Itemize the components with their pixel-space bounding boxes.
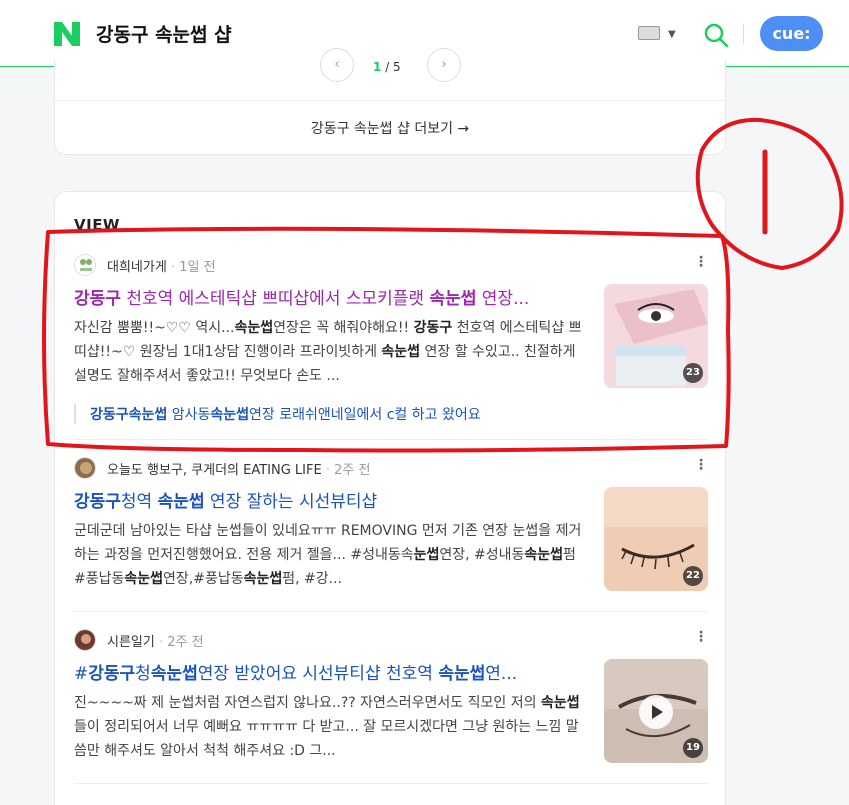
post-header: 대희네가게 · 1일 전 ⋮ [74, 254, 708, 276]
section-title: VIEW [74, 216, 120, 234]
avatar[interactable] [74, 254, 96, 276]
author-line[interactable]: 시른일기 · 2주 전 [107, 631, 204, 650]
more-options-icon[interactable]: ⋮ [694, 457, 708, 473]
divider [74, 783, 708, 784]
post-title[interactable]: 강동구 천호역 에스테틱샵 쁘띠샵에서 스모키플랫 속눈썹 연장... [74, 284, 586, 309]
post-thumbnail[interactable]: 19 [604, 659, 708, 763]
avatar[interactable] [74, 629, 96, 651]
post-title[interactable]: #강동구청속눈썹연장 받았어요 시선뷰티샵 천호역 속눈썹연... [74, 659, 586, 684]
post-thumbnail[interactable]: 23 [604, 284, 708, 388]
list-item: 대희네가게 · 1일 전 ⋮ 강동구 천호역 에스테틱샵 쁘띠샵에서 스모키플랫… [74, 254, 708, 440]
post-snippet[interactable]: 진~~~~짜 제 눈썹처럼 자연스럽지 않나요..?? 자연스러우면서도 직모인… [74, 691, 586, 763]
pager-count: 1 / 5 [373, 60, 401, 74]
avatar[interactable] [74, 457, 96, 479]
divider [74, 439, 708, 440]
list-item: 시른일기 · 2주 전 ⋮ #강동구청속눈썹연장 받았어요 시선뷰티샵 천호역 … [74, 629, 708, 769]
more-results-link[interactable]: 강동구 속눈썹 샵 더보기 → [55, 118, 725, 138]
post-thumbnail[interactable]: 22 [604, 487, 708, 591]
cue-button[interactable]: cue: [760, 16, 823, 51]
play-icon[interactable] [639, 695, 673, 729]
search-query[interactable]: 강동구 속눈썹 샵 [96, 20, 232, 47]
related-post-link[interactable]: 강동구속눈썹 암사동속눈썹연장 로래쉬앤네일에서 c컬 하고 왔어요 [74, 404, 481, 424]
pager-prev-button[interactable]: ‹ [320, 48, 354, 82]
header-divider [743, 24, 744, 44]
author-line[interactable]: 오늘도 행보구, 쿠게더의 EATING LIFE · 2주 전 [107, 459, 370, 478]
naver-logo-icon[interactable] [54, 22, 80, 46]
search-icon[interactable] [703, 22, 729, 48]
search-header: 강동구 속눈썹 샵 ▼ cue: [0, 0, 849, 67]
author-line[interactable]: 대희네가게 · 1일 전 [107, 256, 216, 275]
image-count-badge: 19 [683, 738, 703, 758]
post-snippet[interactable]: 자신감 뿜뿜!!~♡♡ 역시...속눈썹연장은 꼭 해줘야해요!! 강동구 천호… [74, 316, 586, 388]
more-options-icon[interactable]: ⋮ [694, 629, 708, 645]
view-section: VIEW 대희네가게 · 1일 전 ⋮ 강동구 천호역 에스테틱샵 쁘띠샵에서 … [54, 191, 726, 805]
post-title[interactable]: 강동구청역 속눈썹 연장 잘하는 시선뷰티샵 [74, 487, 586, 512]
previous-results-card: ‹ 1 / 5 › 강동구 속눈썹 샵 더보기 → [54, 48, 726, 155]
divider [55, 100, 725, 101]
image-count-badge: 23 [683, 363, 703, 383]
more-options-icon[interactable]: ⋮ [694, 254, 708, 270]
keyboard-icon[interactable] [638, 26, 660, 40]
image-count-badge: 22 [683, 566, 703, 586]
divider [74, 611, 708, 612]
pager-next-button[interactable]: › [427, 48, 461, 82]
post-header: 시른일기 · 2주 전 ⋮ [74, 629, 708, 651]
post-snippet[interactable]: 군데군데 남아있는 타샵 눈썹들이 있네요ㅠㅠ REMOVING 먼저 기존 연… [74, 519, 586, 591]
list-item: 오늘도 행보구, 쿠게더의 EATING LIFE · 2주 전 ⋮ 강동구청역… [74, 457, 708, 597]
post-header: 오늘도 행보구, 쿠게더의 EATING LIFE · 2주 전 ⋮ [74, 457, 708, 479]
caret-down-icon[interactable]: ▼ [668, 29, 676, 40]
